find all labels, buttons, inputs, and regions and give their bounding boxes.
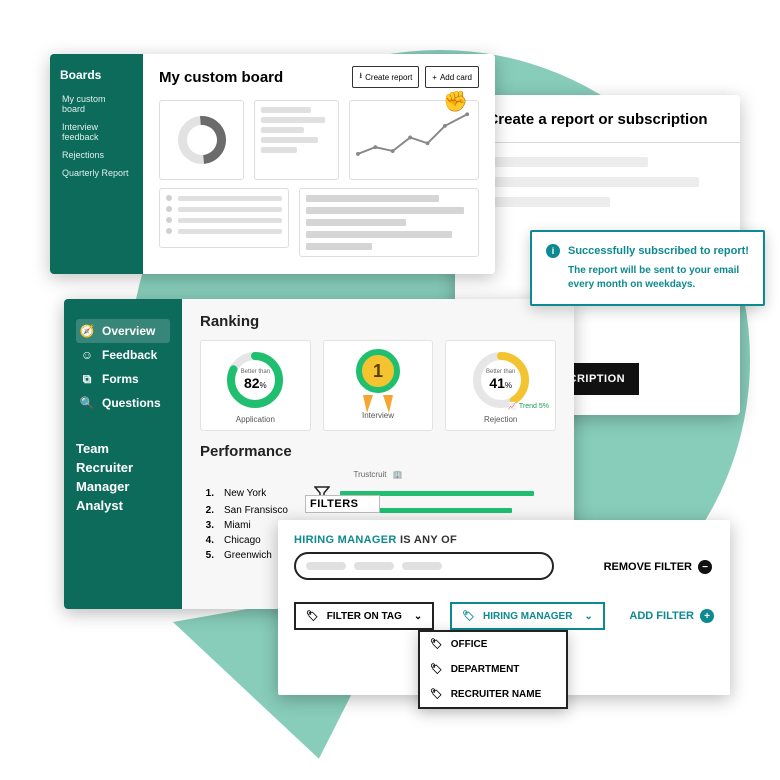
filter-on-tag-dropdown[interactable]: 🏷 FILTER ON TAG ⌄ [294,602,434,630]
chevron-down-icon: ⌄ [584,611,592,622]
filters-heading: FILTERS [305,495,380,513]
boards-heading: Boards [60,68,133,82]
compass-icon: 🧭 [80,324,94,338]
tag-icon: 🏷 [430,689,443,700]
divider [455,142,740,143]
nav-forms-label: Forms [102,372,139,386]
role-recruiter[interactable]: Recruiter [76,458,170,477]
success-toast: i Successfully subscribed to report! The… [530,230,765,306]
overview-sidebar: 🧭 Overview ☺ Feedback ⧉ Forms 🔍 Question… [64,299,182,609]
barlist-card[interactable] [299,188,479,257]
filter-field-menu: 🏷 OFFICE 🏷 DEPARTMENT 🏷 RECRUITER NAME [418,630,568,709]
page-title: My custom board [159,69,283,86]
hiring-manager-label: HIRING MANAGER [483,611,572,622]
option-label: RECRUITER NAME [451,689,542,700]
nav-questions-label: Questions [102,396,161,410]
plus-icon: + [432,73,437,82]
sidebar-item-rejections[interactable]: Rejections [60,146,133,164]
option-recruiter-name[interactable]: 🏷 RECRUITER NAME [420,682,566,707]
grab-hand-icon[interactable]: ✊ [443,89,468,114]
role-manager[interactable]: Manager [76,477,170,496]
tag-icon: 🏷 [306,611,319,622]
tag-icon: 🏷 [430,664,443,675]
role-team[interactable]: Team [76,439,170,458]
download-icon: ⭳ [359,70,362,84]
option-department[interactable]: 🏷 DEPARTMENT [420,657,566,682]
chevron-down-icon: ⌄ [414,611,422,622]
chip-placeholder [354,562,394,570]
nav-overview[interactable]: 🧭 Overview [76,319,170,343]
report-title: Create a report or subscription [471,111,724,128]
nav-feedback-label: Feedback [102,348,157,362]
gauge-value: 82 [244,375,260,391]
ranking-title: Ranking [200,313,556,330]
sidebar-item-interview-feedback[interactable]: Interview feedback [60,118,133,146]
option-label: OFFICE [451,639,488,650]
nav-feedback[interactable]: ☺ Feedback [76,343,170,367]
add-filter-button[interactable]: ADD FILTER + [629,609,714,623]
trend-label: 📈 Trend 5% [508,402,549,410]
sidebar-item-quarterly-report[interactable]: Quarterly Report [60,164,133,182]
building-icon: 🏢 [393,470,403,479]
tag-icon: 🏷 [430,639,443,650]
filter-field-label: HIRING MANAGER IS ANY OF [294,534,714,546]
add-card-label: Add card [440,73,472,82]
medal-rank: 1 [356,349,400,393]
boards-body: My custom board ⭳ Create report + Add ca… [143,54,495,274]
gauge-unit: % [505,381,512,390]
create-report-button[interactable]: ⭳ Create report [352,66,419,88]
remove-filter-label: REMOVE FILTER [604,561,692,573]
remove-filter-button[interactable]: REMOVE FILTER − [604,560,712,574]
gauge-ring-icon [168,106,236,174]
nav-overview-label: Overview [102,324,155,338]
boards-sidebar: Boards My custom board Interview feedbac… [50,54,143,274]
loc-label: New York [224,488,304,499]
gauge-unit: % [260,381,267,390]
loc-label: San Fransisco [224,505,304,516]
plus-icon: + [700,609,714,623]
nav-forms[interactable]: ⧉ Forms [76,367,170,391]
copy-icon: ⧉ [80,372,94,386]
brand-mark: Trustcruit🏢 [200,470,556,479]
option-office[interactable]: 🏷 OFFICE [420,632,566,657]
list-card[interactable] [254,100,339,180]
tag-icon: 🏷 [462,611,475,622]
chip-placeholder [402,562,442,570]
nav-questions[interactable]: 🔍 Questions [76,391,170,415]
line-chart-icon [356,107,472,167]
filter-value-input[interactable] [294,552,554,580]
create-report-label: Create report [365,73,412,82]
info-icon: i [546,244,560,258]
smile-icon: ☺ [80,348,94,362]
option-label: DEPARTMENT [451,664,520,675]
hiring-manager-dropdown[interactable]: 🏷 HIRING MANAGER ⌄ [450,602,605,630]
sidebar-item-my-custom-board[interactable]: My custom board [60,90,133,118]
performance-title: Performance [200,443,556,460]
chip-placeholder [306,562,346,570]
rank-label: Rejection [484,415,517,424]
gauge-value: 41 [489,375,505,391]
gauge-card[interactable] [159,100,244,180]
add-card-button[interactable]: + Add card [425,66,479,88]
minus-icon: − [698,560,712,574]
role-analyst[interactable]: Analyst [76,496,170,515]
boards-panel: Boards My custom board Interview feedbac… [50,54,495,274]
bullet-card[interactable] [159,188,289,248]
toast-title: Successfully subscribed to report! [568,245,749,257]
add-filter-label: ADD FILTER [629,610,694,622]
search-doc-icon: 🔍 [80,396,94,410]
rank-card-interview[interactable]: 1 Interview [323,340,434,431]
rank-label: Application [236,415,275,424]
role-list: Team Recruiter Manager Analyst [76,439,170,515]
filter-on-tag-label: FILTER ON TAG [327,611,402,622]
medal-icon: 1 [349,349,407,407]
gauge-application: Better than82% [224,349,286,411]
rank-card-rejection[interactable]: Better than41% 📈 Trend 5% Rejection [445,340,556,431]
linechart-card[interactable]: ✊ [349,100,479,180]
toast-body: The report will be sent to your email ev… [546,264,749,292]
rank-card-application[interactable]: Better than82% Application [200,340,311,431]
